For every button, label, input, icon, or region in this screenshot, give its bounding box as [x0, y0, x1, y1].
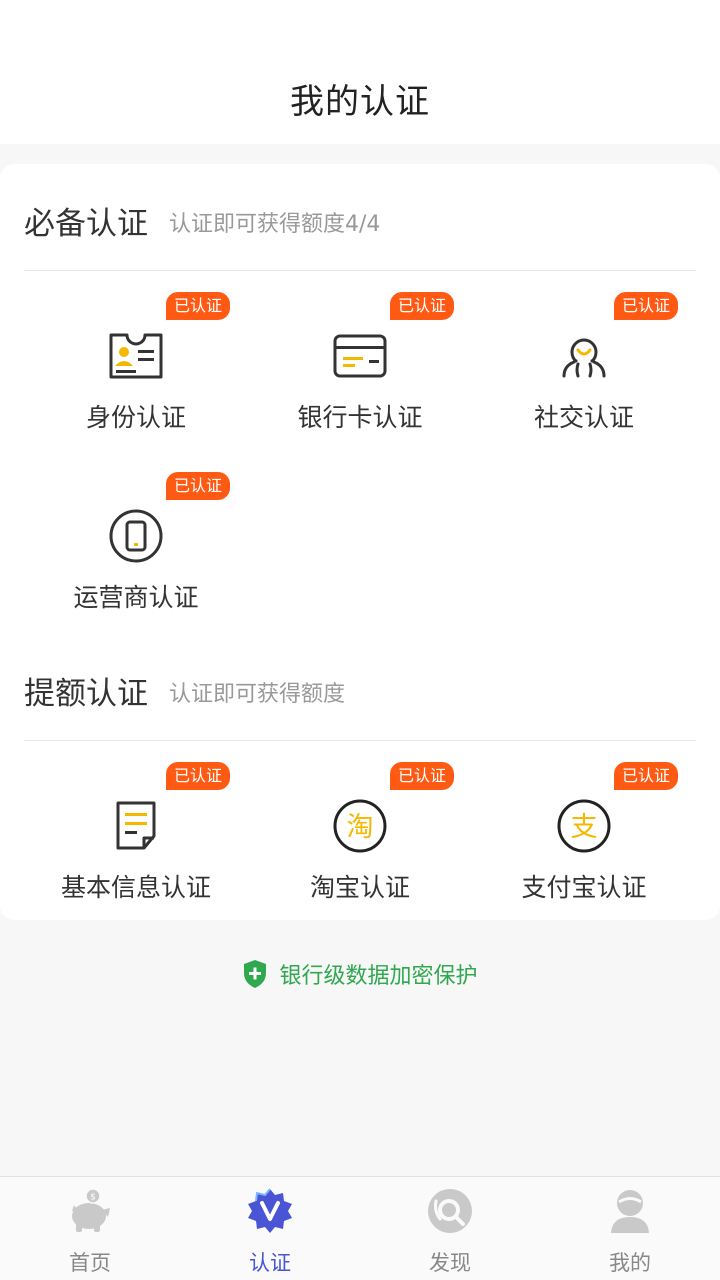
section-subtitle: 认证即可获得额度4/4: [169, 212, 381, 237]
verify-item-label: 银行卡认证: [297, 403, 423, 432]
tab-label: 首页: [69, 1251, 111, 1275]
verify-item-label: 社交认证: [533, 403, 634, 432]
verify-item-carrier[interactable]: 已认证 运营商认证: [24, 450, 248, 630]
verify-item-label: 基本信息认证: [60, 873, 211, 902]
id-card-icon: [109, 333, 163, 379]
tab-verify[interactable]: 认证: [180, 1177, 360, 1280]
shield-icon: [244, 960, 267, 988]
verify-item-label: 支付宝认证: [521, 873, 647, 902]
verified-badge: 已认证: [390, 292, 455, 320]
discover-icon: [428, 1189, 472, 1233]
svg-text:支: 支: [571, 812, 598, 843]
section-header: 必备认证 认证即可获得额度4/4: [24, 164, 696, 271]
svg-text:淘: 淘: [347, 812, 374, 843]
verified-badge: 已认证: [166, 472, 231, 500]
verify-item-label: 运营商认证: [73, 583, 199, 612]
tab-label: 发现: [429, 1251, 471, 1275]
phone-icon: [109, 509, 163, 563]
verified-badge: 已认证: [614, 762, 679, 790]
document-icon: [116, 801, 156, 850]
verify-item-alipay[interactable]: 已认证 支 支付宝认证: [472, 740, 696, 920]
section-subtitle: 认证即可获得额度: [169, 682, 346, 707]
section-title: 必备认证: [24, 206, 148, 242]
verify-item-bank-card[interactable]: 已认证 银行卡认证: [248, 270, 472, 450]
tab-mine[interactable]: 我的: [540, 1177, 720, 1280]
alipay-icon: 支: [557, 799, 611, 853]
verified-badge: 已认证: [390, 762, 455, 790]
verified-badge: 已认证: [614, 292, 679, 320]
verify-item-basic-info[interactable]: 已认证 基本信息认证: [24, 740, 248, 920]
boost-verification-section: 提额认证 认证即可获得额度 已认证 基本信息认证 已认证 淘 淘宝认证 已认证 …: [0, 634, 720, 920]
taobao-icon: 淘: [333, 799, 387, 853]
tab-home[interactable]: $ 首页: [0, 1177, 180, 1280]
tab-discover[interactable]: 发现: [360, 1177, 540, 1280]
required-verification-section: 必备认证 认证即可获得额度4/4 已认证 身份认证 已认证 银行卡认证 已认证: [0, 164, 720, 634]
verify-item-label: 淘宝认证: [309, 873, 410, 902]
verify-item-taobao[interactable]: 已认证 淘 淘宝认证: [248, 740, 472, 920]
verify-item-label: 身份认证: [85, 403, 186, 432]
tab-label: 我的: [609, 1251, 651, 1275]
section-title: 提额认证: [24, 676, 148, 712]
section-header: 提额认证 认证即可获得额度: [24, 634, 696, 741]
bottom-tab-bar: $ 首页 认证 发现 我的: [0, 1176, 720, 1280]
app-header: 我的认证: [0, 0, 720, 144]
verify-item-social[interactable]: 已认证 社交认证: [472, 270, 696, 450]
social-icon: [562, 338, 606, 378]
tab-label: 认证: [249, 1251, 291, 1275]
security-text: 银行级数据加密保护: [279, 964, 478, 989]
verify-badge-icon: [248, 1188, 292, 1233]
user-icon: [611, 1190, 649, 1233]
piggy-bank-icon: $: [72, 1188, 110, 1232]
verify-item-identity[interactable]: 已认证 身份认证: [24, 270, 248, 450]
verified-badge: 已认证: [166, 762, 231, 790]
page-title: 我的认证: [290, 82, 430, 122]
svg-text:$: $: [90, 1193, 96, 1203]
verified-badge: 已认证: [166, 292, 231, 320]
security-note: 银行级数据加密保护: [0, 958, 720, 990]
bank-card-icon: [333, 334, 387, 378]
